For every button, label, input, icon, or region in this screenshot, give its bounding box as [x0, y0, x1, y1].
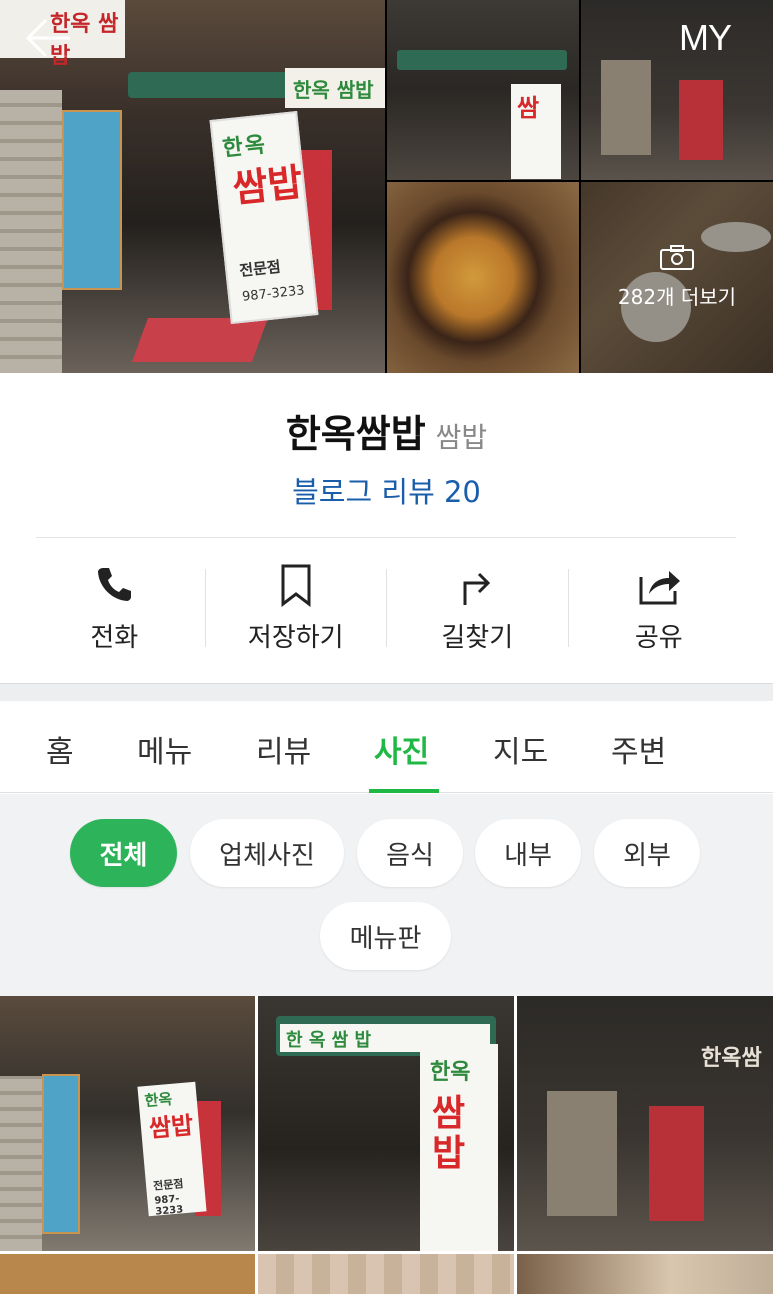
grid-photo[interactable] [258, 1254, 514, 1294]
tab-menu[interactable]: 메뉴 [137, 727, 192, 771]
menu-board [42, 1074, 80, 1234]
share-icon [639, 571, 680, 605]
welcome-mat [131, 318, 269, 362]
photo-grid: 한옥 쌈밥 전문점 987-3233 한 옥 쌈 밥 한옥 쌈밥 한옥쌈 [0, 996, 773, 1294]
filter-menu-board[interactable]: 메뉴판 [320, 902, 451, 970]
photo-storefront[interactable]: 쌈 [387, 0, 579, 180]
tab-photo[interactable]: 사진 [374, 727, 429, 771]
place-info: 한옥쌈밥 쌈밥 블로그 리뷰 20 전화 저장하기 길찾기 공유 [0, 373, 773, 683]
filter-exterior[interactable]: 외부 [594, 819, 700, 887]
tab-map[interactable]: 지도 [493, 727, 548, 771]
filter-interior[interactable]: 내부 [475, 819, 581, 887]
place-name: 한옥쌈밥 [285, 412, 426, 456]
filter-business-photos[interactable]: 업체사진 [190, 819, 344, 887]
share-label: 공유 [634, 623, 683, 653]
rooftop-sign: 한옥쌈 [701, 1046, 762, 1071]
save-label: 저장하기 [247, 623, 344, 653]
standing-sign: 한옥 쌈밥 전문점 987-3233 [209, 110, 319, 325]
bookmark-icon [281, 564, 311, 607]
action-bar: 전화 저장하기 길찾기 공유 [24, 551, 749, 661]
green-sign: 한옥 쌈밥 [285, 68, 385, 108]
section-gap [0, 683, 773, 701]
photo-gallery-header: 한옥 쌈밥 한옥 쌈밥 한옥 쌈밥 전문점 987-3233 쌈 282개 더보… [0, 0, 773, 373]
filter-all[interactable]: 전체 [70, 819, 177, 887]
phone-icon [98, 568, 132, 601]
standing-sign-small: 쌈 [511, 84, 561, 179]
grid-photo[interactable]: 한옥쌈 [517, 996, 773, 1251]
standing-sign: 한옥 쌈밥 [420, 1044, 498, 1251]
directions-button[interactable]: 길찾기 [387, 551, 568, 661]
grid-photo[interactable]: 한 옥 쌈 밥 한옥 쌈밥 [258, 996, 514, 1251]
call-button[interactable]: 전화 [24, 551, 205, 661]
grid-photo[interactable] [0, 1254, 255, 1294]
tab-nearby[interactable]: 주변 [611, 727, 666, 771]
red-door [679, 80, 723, 160]
stone-wall [0, 1076, 42, 1251]
tab-home[interactable]: 홈 [46, 727, 74, 771]
active-tab-indicator [369, 789, 439, 793]
photo-filter-chips: 전체 업체사진 음식 내부 외부 메뉴판 [0, 794, 773, 996]
title-row: 한옥쌈밥 쌈밥 [0, 403, 773, 458]
more-photos-button[interactable]: 282개 더보기 [581, 182, 773, 373]
more-photos-label: 282개 더보기 [617, 285, 737, 309]
photo-stew[interactable] [387, 182, 579, 373]
back-arrow-icon[interactable] [22, 16, 70, 60]
blog-review-link[interactable]: 블로그 리뷰 20 [0, 469, 773, 511]
save-button[interactable]: 저장하기 [206, 551, 387, 661]
divider [36, 537, 736, 538]
tab-review[interactable]: 리뷰 [256, 727, 311, 771]
awning [397, 50, 567, 70]
tab-bar: 홈 메뉴 리뷰 사진 지도 주변 [0, 701, 773, 793]
grid-photo[interactable] [517, 1254, 773, 1294]
my-button[interactable]: MY [679, 17, 732, 59]
directions-icon [463, 572, 491, 605]
grid-photo[interactable]: 한옥 쌈밥 전문점 987-3233 [0, 996, 255, 1251]
filter-food[interactable]: 음식 [357, 819, 463, 887]
doorway [547, 1091, 617, 1216]
red-door [649, 1106, 704, 1221]
camera-icon [660, 245, 694, 270]
place-category: 쌈밥 [435, 421, 488, 454]
call-label: 전화 [90, 623, 139, 653]
menu-board [62, 110, 122, 290]
awning [128, 72, 298, 98]
stone-wall [0, 90, 62, 373]
doorway [601, 60, 651, 155]
photo-entrance[interactable] [581, 0, 773, 180]
directions-label: 길찾기 [441, 623, 514, 653]
share-button[interactable]: 공유 [569, 551, 750, 661]
standing-sign: 한옥 쌈밥 전문점 987-3233 [137, 1081, 207, 1218]
